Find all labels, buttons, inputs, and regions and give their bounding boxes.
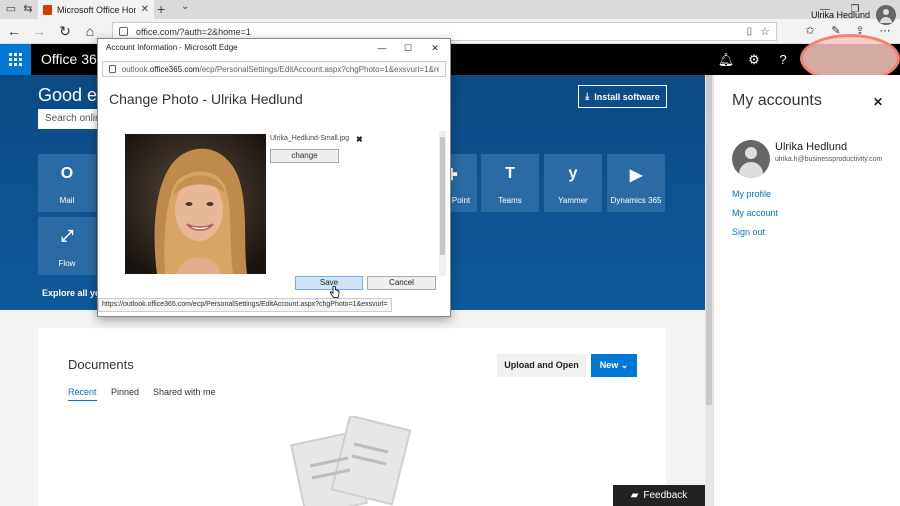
popup-close-icon[interactable]: ✕ [428,41,442,55]
tab-recent[interactable]: Recent [68,387,97,401]
status-bar-url: https://outlook.office365.com/ecp/Person… [98,298,392,312]
tab-preview-chevron-icon[interactable]: ⌄ [181,1,189,12]
app-launcher-waffle-icon[interactable] [0,44,31,75]
office-favicon-icon [43,4,52,15]
photo-file-name: Ulrika_Hedlund-Small.jpg [270,135,349,142]
lock-icon [119,27,128,36]
popup-address-url[interactable]: outlook.office365.com/ecp/PersonalSettin… [122,65,439,74]
tab-actions-icon[interactable]: ▭ [4,2,18,16]
profile-photo-preview [125,134,266,274]
popup-scrollbar[interactable] [439,131,446,276]
popup-maximize-icon[interactable]: ☐ [401,41,415,55]
gear-icon[interactable]: ⚙ [745,51,763,69]
feedback-label: Feedback [643,490,688,501]
browser-tab-office-home[interactable]: Microsoft Office Home ✕ [38,0,154,19]
search-input[interactable]: Search onlin [38,109,100,129]
my-accounts-title: My accounts [732,92,822,109]
install-software-label: Install software [594,91,660,102]
help-icon[interactable]: ? [774,51,792,69]
popup-window-title: Account Information - Microsoft Edge [106,43,238,52]
install-software-button[interactable]: ⤓ Install software [578,85,667,108]
profile-photo-image [125,134,266,274]
change-photo-button[interactable]: change [270,149,339,163]
download-icon: ⤓ [585,91,590,101]
close-icon[interactable]: ✕ [873,95,883,109]
save-button[interactable]: Save [295,276,363,290]
teams-icon: T [505,165,515,182]
app-tile-yammer[interactable]: y Yammer [544,154,602,212]
avatar[interactable] [732,140,770,178]
app-tile-mail[interactable]: O Mail [38,154,96,212]
documents-title: Documents [68,357,134,372]
sign-out-link[interactable]: Sign out [732,227,765,237]
header-user-name: Ulrika Hedlund [811,10,871,20]
more-icon[interactable]: ⋯ [877,23,893,39]
my-account-link[interactable]: My account [732,208,778,218]
tile-label: Teams [498,196,522,205]
tab-pinned[interactable]: Pinned [111,387,139,397]
tile-label: Yammer [558,196,588,205]
screen: ▭ ⇆ Microsoft Office Home ✕ + ⌄ — ❐ ✕ ← … [0,0,900,506]
popup-title-bar[interactable]: Account Information - Microsoft Edge — ☐… [98,39,450,58]
tile-label: Dynamics 365 [610,196,662,205]
tab-close-icon[interactable]: ✕ [141,4,149,15]
address-url[interactable]: office.com/?auth=2&home=1 [136,27,739,37]
popup-address-bar[interactable]: outlook.office365.com/ecp/PersonalSettin… [102,61,446,77]
avatar-icon [876,5,897,25]
dynamics-icon: ▶ [629,167,643,184]
account-info-popup-window: Account Information - Microsoft Edge — ☐… [97,38,451,317]
tile-label: Flow [58,259,76,268]
remove-file-icon[interactable]: ✖ [356,135,363,144]
browser-tab-bar: ▭ ⇆ Microsoft Office Home ✕ + ⌄ — ❐ ✕ [0,0,900,19]
popup-minimize-icon[interactable]: — [375,41,389,55]
upload-and-open-button[interactable]: Upload and Open [497,354,586,377]
app-tile-dynamics-365[interactable]: ▶ Dynamics 365 [607,154,665,212]
new-document-button[interactable]: New ⌄ [591,354,637,377]
page-scrollbar-thumb[interactable] [706,75,712,405]
header-user-button[interactable]: Ulrika Hedlund [811,5,897,25]
new-tab-button[interactable]: + [157,0,165,19]
page-scrollbar[interactable] [705,75,713,506]
reading-view-icon[interactable]: ▯ [747,26,753,37]
tab-title: Microsoft Office Home [57,4,136,15]
greeting: Good ev [38,85,107,105]
change-photo-heading: Change Photo - Ulrika Hedlund [109,91,303,107]
app-tile-teams[interactable]: T Teams [481,154,539,212]
favorites-icon[interactable]: ✩ [802,23,818,39]
account-name: Ulrika Hedlund [775,141,848,153]
my-accounts-panel: My accounts ✕ Ulrika Hedlund ulrika.h@bu… [713,75,900,506]
forward-arrow-icon[interactable]: → [30,22,48,40]
comment-icon: ▰ [630,490,639,501]
flow-icon: ⤢ [60,228,74,245]
yammer-icon: y [568,165,578,182]
app-tile-flow[interactable]: ⤢ Flow [38,217,96,275]
back-arrow-icon[interactable]: ← [5,22,23,40]
cancel-button[interactable]: Cancel [367,276,436,290]
popup-scrollbar-thumb[interactable] [440,137,445,255]
feedback-button[interactable]: ▰ Feedback [613,485,705,506]
lock-icon [109,65,116,73]
favorite-star-icon[interactable]: ☆ [760,25,770,38]
notifications-bell-icon[interactable]: 🔔︎ [717,51,735,69]
documents-illustration-icon [290,416,412,506]
office-brand[interactable]: Office 365 [41,51,105,67]
documents-card: Documents Upload and Open New ⌄ Recent P… [38,328,666,506]
tile-label: Mail [59,196,75,205]
account-email: ulrika.h@businessproductivity.com [775,156,883,163]
refresh-icon[interactable]: ↻ [56,22,74,40]
my-profile-link[interactable]: My profile [732,189,771,199]
tab-shared-with-me[interactable]: Shared with me [153,387,216,397]
set-aside-tabs-icon[interactable]: ⇆ [21,2,35,16]
outlook-icon: O [60,165,74,182]
